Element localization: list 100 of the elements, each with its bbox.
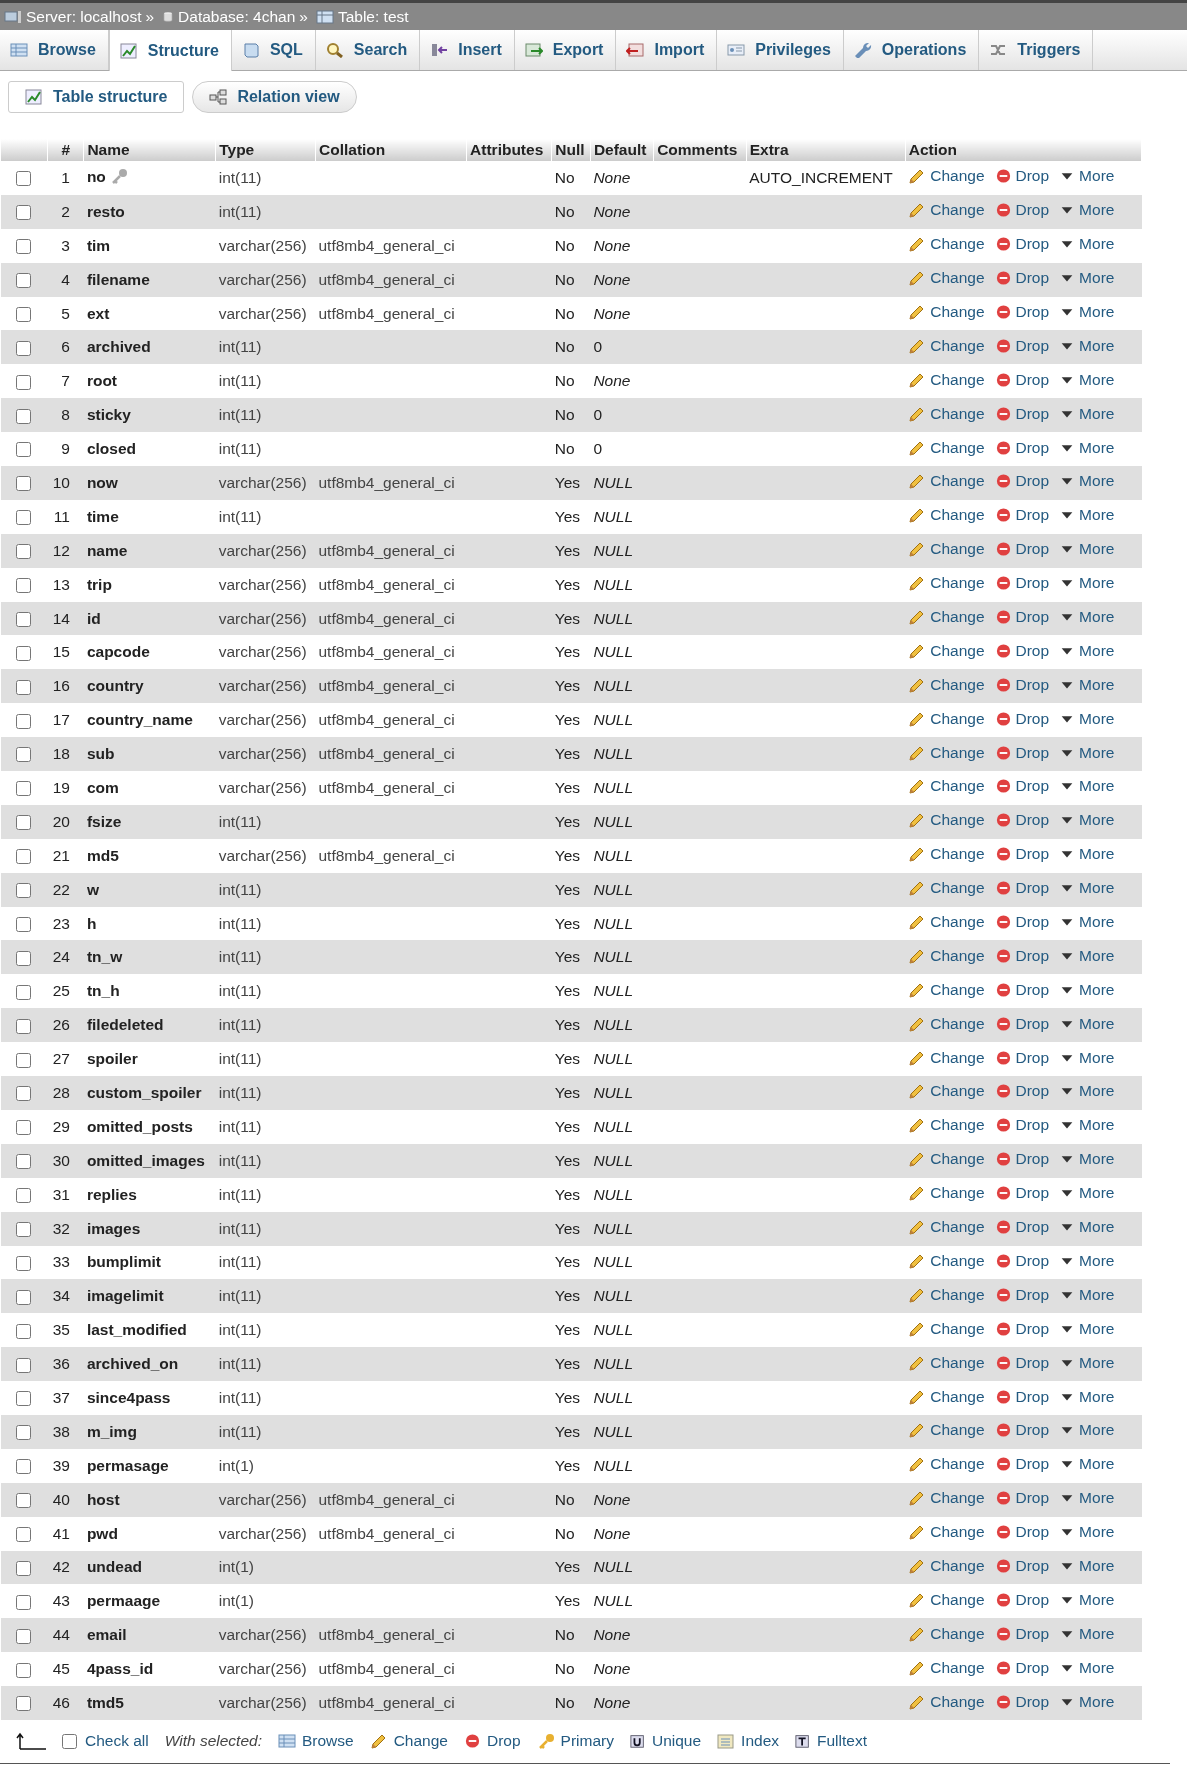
bulk-action-link[interactable]: Primary	[536, 1732, 614, 1751]
drop-link[interactable]: Drop	[994, 1692, 1050, 1711]
change-link[interactable]: Change	[908, 1251, 985, 1270]
change-link[interactable]: Change	[908, 1489, 985, 1508]
row-checkbox[interactable]	[16, 1188, 31, 1204]
row-checkbox[interactable]	[16, 1289, 31, 1305]
row-checkbox[interactable]	[16, 1323, 31, 1339]
drop-link[interactable]: Drop	[994, 1387, 1050, 1406]
change-link[interactable]: Change	[908, 641, 985, 660]
change-link[interactable]: Change	[908, 1556, 985, 1575]
drop-link[interactable]: Drop	[994, 1251, 1050, 1270]
more-link[interactable]: More	[1059, 540, 1115, 559]
change-link[interactable]: Change	[908, 404, 985, 423]
drop-link[interactable]: Drop	[994, 235, 1050, 254]
sub-tab[interactable]: Relation view	[192, 81, 357, 113]
row-checkbox[interactable]	[16, 1628, 31, 1644]
bulk-action-link[interactable]: Drop	[463, 1732, 521, 1751]
row-checkbox[interactable]	[16, 578, 31, 594]
more-link[interactable]: More	[1059, 506, 1115, 525]
tab[interactable]: Insert	[420, 30, 515, 70]
row-checkbox[interactable]	[16, 340, 31, 356]
drop-link[interactable]: Drop	[994, 608, 1050, 626]
more-link[interactable]: More	[1059, 641, 1115, 660]
row-checkbox[interactable]	[16, 1493, 31, 1509]
drop-link[interactable]: Drop	[994, 540, 1050, 559]
change-link[interactable]: Change	[908, 574, 985, 593]
more-link[interactable]: More	[1059, 167, 1115, 186]
change-link[interactable]: Change	[908, 1692, 985, 1711]
change-link[interactable]: Change	[908, 1319, 985, 1338]
drop-link[interactable]: Drop	[994, 1455, 1050, 1474]
row-checkbox[interactable]	[16, 611, 31, 627]
drop-link[interactable]: Drop	[994, 336, 1050, 355]
change-link[interactable]: Change	[908, 1421, 985, 1440]
change-link[interactable]: Change	[908, 845, 985, 864]
row-checkbox[interactable]	[16, 1459, 31, 1475]
tab[interactable]: SQL	[231, 30, 316, 70]
drop-link[interactable]: Drop	[994, 269, 1050, 288]
row-checkbox[interactable]	[16, 1154, 31, 1170]
more-link[interactable]: More	[1059, 1658, 1115, 1677]
check-all-label[interactable]: Check all	[85, 1732, 149, 1751]
change-link[interactable]: Change	[908, 1082, 985, 1101]
drop-link[interactable]: Drop	[994, 1014, 1050, 1033]
change-link[interactable]: Change	[908, 743, 985, 762]
drop-link[interactable]: Drop	[994, 1556, 1050, 1575]
drop-link[interactable]: Drop	[994, 1150, 1050, 1169]
row-checkbox[interactable]	[16, 1086, 31, 1102]
drop-link[interactable]: Drop	[994, 370, 1050, 389]
row-checkbox[interactable]	[16, 1560, 31, 1576]
drop-link[interactable]: Drop	[994, 811, 1050, 830]
more-link[interactable]: More	[1059, 879, 1115, 898]
bulk-action-link[interactable]: Browse	[277, 1732, 354, 1751]
more-link[interactable]: More	[1059, 1184, 1115, 1203]
breadcrumb-link[interactable]: Table: test	[337, 7, 409, 26]
change-link[interactable]: Change	[908, 675, 985, 694]
row-checkbox[interactable]	[16, 645, 31, 661]
change-link[interactable]: Change	[908, 540, 985, 559]
drop-link[interactable]: Drop	[994, 845, 1050, 864]
more-link[interactable]: More	[1059, 404, 1115, 423]
drop-link[interactable]: Drop	[994, 404, 1050, 423]
drop-link[interactable]: Drop	[994, 1658, 1050, 1677]
more-link[interactable]: More	[1059, 1556, 1115, 1575]
more-link[interactable]: More	[1059, 574, 1115, 593]
change-link[interactable]: Change	[908, 370, 985, 389]
row-checkbox[interactable]	[16, 1357, 31, 1373]
drop-link[interactable]: Drop	[994, 1353, 1050, 1372]
row-checkbox[interactable]	[16, 1221, 31, 1237]
bulk-action-link[interactable]: Change	[369, 1732, 448, 1751]
bulk-action-link[interactable]: Fulltext	[795, 1732, 867, 1751]
drop-link[interactable]: Drop	[994, 879, 1050, 898]
row-checkbox[interactable]	[16, 442, 31, 458]
row-checkbox[interactable]	[16, 1425, 31, 1441]
change-link[interactable]: Change	[908, 235, 985, 254]
bulk-action-link[interactable]: Index	[717, 1732, 779, 1751]
drop-link[interactable]: Drop	[994, 167, 1050, 186]
drop-link[interactable]: Drop	[994, 980, 1050, 999]
drop-link[interactable]: Drop	[994, 438, 1050, 457]
row-checkbox[interactable]	[16, 239, 31, 255]
drop-link[interactable]: Drop	[994, 1421, 1050, 1440]
row-checkbox[interactable]	[16, 1526, 31, 1542]
more-link[interactable]: More	[1059, 1285, 1115, 1304]
row-checkbox[interactable]	[16, 171, 31, 187]
more-link[interactable]: More	[1059, 743, 1115, 762]
drop-link[interactable]: Drop	[994, 201, 1050, 220]
row-checkbox[interactable]	[16, 883, 31, 899]
row-checkbox[interactable]	[16, 679, 31, 695]
more-link[interactable]: More	[1059, 1048, 1115, 1067]
change-link[interactable]: Change	[908, 1285, 985, 1304]
more-link[interactable]: More	[1059, 1116, 1115, 1135]
change-link[interactable]: Change	[908, 472, 985, 491]
drop-link[interactable]: Drop	[994, 303, 1050, 321]
change-link[interactable]: Change	[908, 980, 985, 999]
drop-link[interactable]: Drop	[994, 777, 1050, 796]
row-checkbox[interactable]	[16, 1052, 31, 1068]
row-checkbox[interactable]	[16, 781, 31, 797]
tab[interactable]: Browse	[0, 30, 109, 70]
row-checkbox[interactable]	[16, 950, 31, 966]
change-link[interactable]: Change	[908, 1048, 985, 1067]
more-link[interactable]: More	[1059, 845, 1115, 864]
tab[interactable]: Structure	[108, 30, 232, 71]
more-link[interactable]: More	[1059, 1387, 1115, 1406]
